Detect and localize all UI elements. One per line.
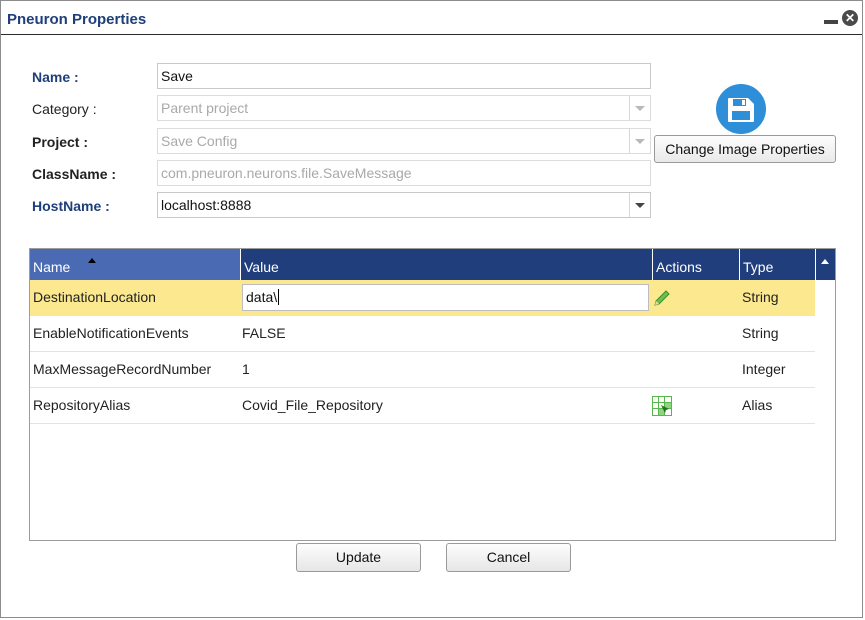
classname-field: com.pneuron.neurons.file.SaveMessage <box>157 160 651 186</box>
minimize-icon[interactable] <box>824 20 838 24</box>
row-type: Alias <box>742 397 773 413</box>
hostname-select[interactable]: localhost:8888 <box>157 192 651 218</box>
hostname-select-value: localhost:8888 <box>161 197 252 213</box>
name-label: Name : <box>32 69 79 85</box>
project-dropdown-button <box>629 129 650 153</box>
dialog-titlebar: Pneuron Properties ✕ <box>1 1 862 35</box>
close-icon[interactable]: ✕ <box>842 10 858 26</box>
classname-label: ClassName : <box>32 166 117 182</box>
chevron-down-icon <box>635 203 645 208</box>
table-row[interactable]: MaxMessageRecordNumber 1 Integer <box>30 352 815 388</box>
column-header-actions[interactable]: Actions <box>652 249 739 280</box>
column-header-value[interactable]: Value <box>240 249 652 280</box>
project-select-value: Save Config <box>161 133 238 149</box>
pencil-icon[interactable] <box>652 288 672 308</box>
update-button[interactable]: Update <box>296 543 421 572</box>
column-header-value-label: Value <box>244 259 279 275</box>
row-type: String <box>742 325 779 341</box>
floppy-disk-icon-graphic <box>728 98 754 122</box>
row-name: RepositoryAlias <box>33 397 131 413</box>
grid-header: Name Value Actions Type <box>30 249 835 280</box>
cancel-button[interactable]: Cancel <box>446 543 571 572</box>
category-label: Category : <box>32 101 97 117</box>
row-name: EnableNotificationEvents <box>33 325 189 341</box>
row-value: 1 <box>242 361 250 377</box>
floppy-disk-icon <box>716 84 766 134</box>
column-header-actions-label: Actions <box>656 259 702 275</box>
project-label: Project : <box>32 134 89 150</box>
classname-value: com.pneuron.neurons.file.SaveMessage <box>161 165 412 181</box>
chevron-down-icon <box>635 106 645 111</box>
row-value: Covid_File_Repository <box>242 397 383 413</box>
row-name: DestinationLocation <box>33 289 156 305</box>
hostname-dropdown-button[interactable] <box>629 193 650 217</box>
table-row[interactable]: RepositoryAlias Covid_File_Repository Al… <box>30 388 815 424</box>
sort-ascending-icon <box>88 258 96 263</box>
column-header-name-label: Name <box>33 259 71 275</box>
row-name: MaxMessageRecordNumber <box>33 361 212 377</box>
hostname-label: HostName : <box>32 198 110 214</box>
chevron-up-icon <box>821 259 829 264</box>
column-header-type[interactable]: Type <box>739 249 815 280</box>
category-dropdown-button <box>629 96 650 120</box>
change-image-properties-button[interactable]: Change Image Properties <box>654 135 836 163</box>
value-edit-input[interactable]: data\ <box>242 284 649 311</box>
grid-select-icon[interactable] <box>652 396 672 416</box>
project-select: Save Config <box>157 128 651 154</box>
row-type: Integer <box>742 361 786 377</box>
pneuron-properties-dialog: Pneuron Properties ✕ Name : Save Categor… <box>0 0 863 618</box>
category-select-value: Parent project <box>161 100 249 116</box>
properties-grid: Name Value Actions Type DestinationLocat… <box>29 248 836 541</box>
row-value: FALSE <box>242 325 286 341</box>
category-select: Parent project <box>157 95 651 121</box>
table-row[interactable]: DestinationLocation data\ String <box>30 280 815 316</box>
column-header-name[interactable]: Name <box>30 249 240 280</box>
name-input-value: Save <box>161 68 193 84</box>
scroll-up-button[interactable] <box>815 249 835 280</box>
dialog-title: Pneuron Properties <box>7 11 147 28</box>
column-header-type-label: Type <box>743 259 774 275</box>
chevron-down-icon <box>635 139 645 144</box>
row-type: String <box>742 289 779 305</box>
name-input[interactable]: Save <box>157 63 651 89</box>
table-row[interactable]: EnableNotificationEvents FALSE String <box>30 316 815 352</box>
value-edit-input-text: data\ <box>246 289 278 305</box>
